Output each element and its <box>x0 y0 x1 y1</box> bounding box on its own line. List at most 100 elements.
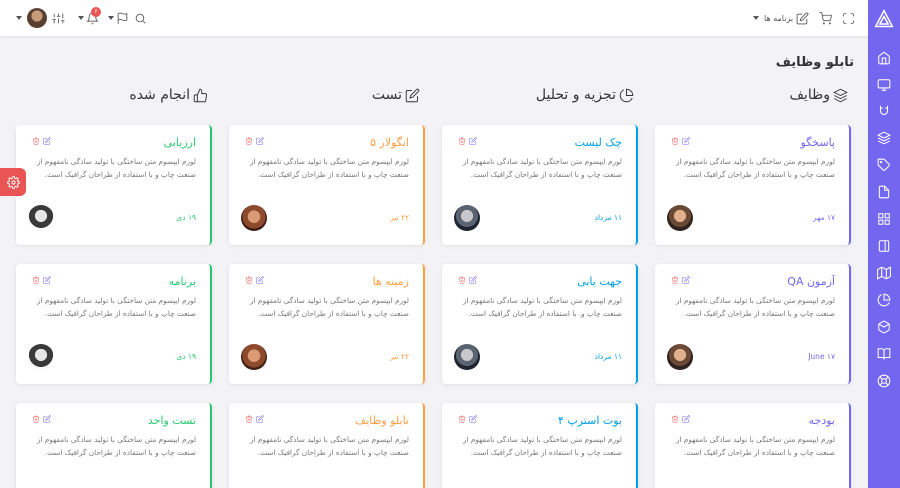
task-card[interactable]: جهت یابی لورم ایپسوم متن ساختگی با تولید … <box>442 264 638 384</box>
trash-icon[interactable] <box>458 415 466 423</box>
book-icon <box>877 348 891 360</box>
cart-button[interactable] <box>819 10 832 26</box>
task-card[interactable]: بودجه لورم ایپسوم متن ساختگی با تولید ساد… <box>655 403 851 488</box>
sidebar-item-grid[interactable] <box>876 211 892 227</box>
task-description: لورم ایپسوم متن ساختگی با تولید سادگی نا… <box>676 296 835 318</box>
sidebar-item-magnet[interactable] <box>876 103 892 119</box>
layers-icon <box>877 131 891 145</box>
edit-icon[interactable] <box>43 415 51 423</box>
task-card[interactable]: بوت استرپ ۴ لورم ایپسوم متن ساختگی با تول… <box>442 403 638 488</box>
task-actions <box>245 415 264 423</box>
apps-menu-label: برنامه ها <box>764 13 794 23</box>
task-actions <box>32 415 51 423</box>
trash-icon[interactable] <box>671 415 679 423</box>
assignee-avatar <box>241 344 267 370</box>
edit-icon[interactable] <box>256 276 264 284</box>
edit-icon[interactable] <box>682 276 690 284</box>
task-actions <box>32 276 51 284</box>
task-title: انگولار ۵ <box>370 136 409 149</box>
task-card[interactable]: برنامه لورم ایپسوم متن ساختگی با تولید سا… <box>16 264 212 384</box>
edit-icon <box>796 12 809 24</box>
thumbs-up-icon <box>193 88 208 102</box>
sidebar-item-home[interactable] <box>876 50 892 66</box>
sidebar-item-package[interactable] <box>876 319 892 335</box>
trash-icon[interactable] <box>245 415 253 423</box>
task-card[interactable]: آزمون QA لورم ایپسوم متن ساختگی با تولید … <box>655 264 851 384</box>
trash-icon[interactable] <box>245 276 253 284</box>
sidebar-item-support[interactable] <box>876 373 892 389</box>
notifications-button[interactable]: ۶ <box>76 6 101 26</box>
task-card[interactable]: تست واحد لورم ایپسوم متن ساختگی با تولید … <box>16 403 212 488</box>
apps-menu[interactable]: برنامه ها <box>751 10 809 26</box>
sidebar-item-sidebar[interactable] <box>876 238 892 254</box>
edit-icon[interactable] <box>469 415 477 423</box>
task-description: لورم ایپسوم متن ساختگی با تولید سادگی نا… <box>37 157 196 179</box>
brand-logo[interactable] <box>873 8 895 30</box>
fullscreen-button[interactable] <box>842 10 855 26</box>
edit-icon[interactable] <box>256 137 264 145</box>
edit-icon[interactable] <box>682 137 690 145</box>
edit-icon[interactable] <box>43 137 51 145</box>
task-title: بوت استرپ ۴ <box>557 414 622 427</box>
layers-icon <box>833 88 848 102</box>
customizer-button[interactable] <box>0 168 26 196</box>
trash-icon[interactable] <box>458 276 466 284</box>
search-button[interactable] <box>134 10 147 26</box>
assignee-avatar <box>667 205 693 231</box>
task-description: لورم ایپسوم متن ساختگی با تولید سادگی نا… <box>37 435 196 457</box>
sidebar-item-file[interactable] <box>876 184 892 200</box>
edit-icon[interactable] <box>43 276 51 284</box>
task-card[interactable]: پاسخگو لورم ایپسوم متن ساختگی با تولید سا… <box>655 125 851 245</box>
sidebar-item-chart[interactable] <box>876 292 892 308</box>
task-date: ۱۱ مرداد <box>594 352 622 361</box>
customizer-toggle[interactable] <box>52 10 65 26</box>
sliders-icon <box>52 13 65 23</box>
task-actions <box>245 137 264 145</box>
assignee-avatar <box>454 205 480 231</box>
trash-icon[interactable] <box>245 137 253 145</box>
trash-icon[interactable] <box>32 415 40 423</box>
sidebar-item-layers[interactable] <box>876 130 892 146</box>
maximize-icon <box>843 12 854 24</box>
trash-icon[interactable] <box>671 137 679 145</box>
task-card[interactable]: انگولار ۵ لورم ایپسوم متن ساختگی با تولید… <box>229 125 425 245</box>
task-actions <box>671 137 690 145</box>
task-title: چک لیست <box>574 136 622 149</box>
task-title: زمینه ها <box>372 275 409 288</box>
edit-icon[interactable] <box>469 137 477 145</box>
task-card[interactable]: تابلو وظایف لورم ایپسوم متن ساختگی با تول… <box>229 403 425 488</box>
trash-icon[interactable] <box>458 137 466 145</box>
task-card[interactable]: زمینه ها لورم ایپسوم متن ساختگی با تولید … <box>229 264 425 384</box>
sidebar-layout-icon <box>878 240 890 252</box>
task-description: لورم ایپسوم متن ساختگی با تولید سادگی نا… <box>250 157 409 179</box>
trash-icon[interactable] <box>32 137 40 145</box>
sidebar-item-map[interactable] <box>876 265 892 281</box>
apps-caret-icon <box>753 16 759 20</box>
user-menu[interactable] <box>14 8 47 28</box>
edit-icon[interactable] <box>256 415 264 423</box>
sidebar-item-book[interactable] <box>876 346 892 362</box>
edit-icon[interactable] <box>682 415 690 423</box>
task-description: لورم ایپسوم متن ساختگی با تولید سادگی نا… <box>463 296 622 318</box>
task-card[interactable]: ارزیابی لورم ایپسوم متن ساختگی با تولید س… <box>16 125 212 245</box>
sidebar-item-monitor[interactable] <box>876 77 892 93</box>
task-actions <box>458 137 477 145</box>
task-date: ۱۹ دی <box>176 352 196 361</box>
trash-icon[interactable] <box>32 276 40 284</box>
task-date: ۱۱ مرداد <box>594 213 622 222</box>
file-icon <box>878 185 890 199</box>
task-title: ارزیابی <box>163 136 196 149</box>
edit-icon[interactable] <box>469 276 477 284</box>
task-description: لورم ایپسوم متن ساختگی با تولید سادگی نا… <box>37 296 196 318</box>
task-actions <box>245 276 264 284</box>
settings-gear-icon <box>6 175 20 189</box>
trash-icon[interactable] <box>671 276 679 284</box>
task-title: جهت یابی <box>577 275 622 288</box>
task-actions <box>458 276 477 284</box>
task-date: ۲۲ تیر <box>390 213 409 222</box>
task-actions <box>671 276 690 284</box>
sidebar-item-tags[interactable] <box>876 157 892 173</box>
search-icon <box>135 13 146 24</box>
language-menu[interactable] <box>106 10 129 26</box>
task-card[interactable]: چک لیست لورم ایپسوم متن ساختگی با تولید س… <box>442 125 638 245</box>
